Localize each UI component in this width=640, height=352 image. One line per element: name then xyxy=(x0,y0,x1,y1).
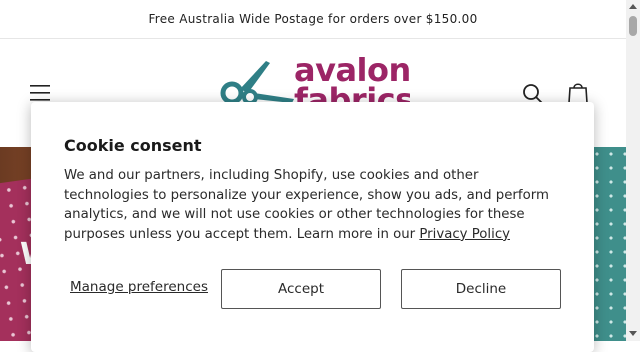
scrollbar-thumb[interactable] xyxy=(629,16,637,36)
privacy-policy-link[interactable]: Privacy Policy xyxy=(419,227,510,242)
announcement-text: Free Australia Wide Postage for orders o… xyxy=(148,12,478,26)
accept-button[interactable]: Accept xyxy=(221,269,381,309)
manage-preferences-link[interactable]: Manage preferences xyxy=(70,279,208,295)
hamburger-menu-icon[interactable] xyxy=(28,83,52,103)
decline-button[interactable]: Decline xyxy=(401,269,561,309)
page-scrollbar[interactable] xyxy=(626,0,640,341)
announcement-bar: Free Australia Wide Postage for orders o… xyxy=(0,0,626,39)
cookie-consent-title: Cookie consent xyxy=(64,136,202,155)
cookie-consent-text: We and our partners, including Shopify, … xyxy=(64,166,564,244)
scroll-down-arrow-icon[interactable] xyxy=(629,331,637,336)
cookie-consent-dialog: Cookie consent We and our partners, incl… xyxy=(31,102,594,352)
scissors-icon xyxy=(220,61,294,105)
scroll-up-arrow-icon[interactable] xyxy=(629,4,637,9)
